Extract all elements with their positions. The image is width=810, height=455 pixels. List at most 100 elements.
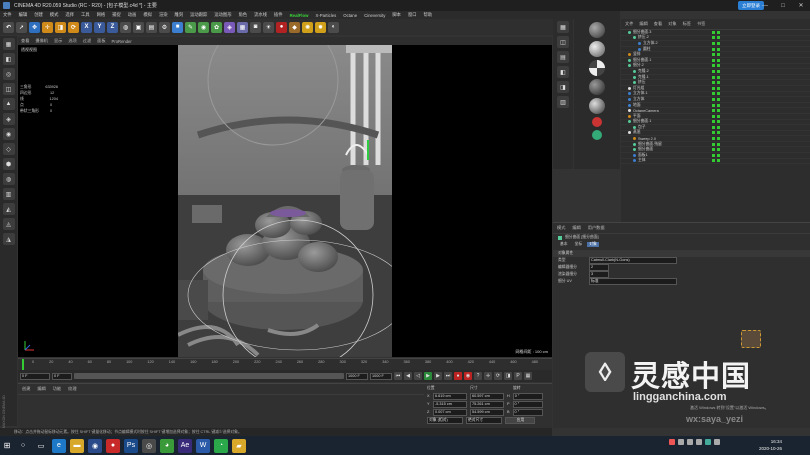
left-tool-8-icon[interactable]: ◇ [2, 143, 15, 155]
explorer-icon[interactable]: ▬ [70, 438, 84, 453]
menu-item[interactable]: RealFlow [290, 13, 309, 18]
layout-tool-6-icon[interactable]: ▥ [557, 96, 569, 108]
attr-tab[interactable]: 基本 [558, 242, 570, 247]
menu-item[interactable]: 模式 [50, 12, 59, 18]
edge-icon[interactable]: e [52, 438, 66, 453]
viewport-menu-item[interactable]: 面板 [97, 38, 105, 44]
deformer-icon[interactable]: ◈ [224, 21, 235, 33]
object-visibility-icon[interactable] [712, 58, 720, 62]
point-key-icon[interactable]: ▦ [524, 372, 532, 380]
object-visibility-icon[interactable] [712, 47, 720, 51]
max-frame-field[interactable]: 1000 F [370, 372, 392, 380]
folder-icon[interactable]: ▰ [232, 438, 246, 453]
close-icon[interactable]: ✕ [792, 0, 810, 11]
menu-item[interactable]: 运动跟踪 [190, 12, 207, 18]
attribute-menu-item[interactable]: 用户数据 [588, 225, 605, 231]
viewport-menu-item[interactable]: 过滤 [83, 38, 91, 44]
material-menu-item[interactable]: 纹理 [68, 386, 76, 392]
object-visibility-icon[interactable] [712, 81, 720, 85]
pen-icon[interactable]: ✎ [185, 21, 196, 33]
goto-start-icon[interactable]: ⏮ [394, 372, 402, 380]
coord-rotation-field[interactable]: 0 ° [512, 392, 543, 400]
attr-select[interactable]: Catmull-Clark(N-Gons) [589, 257, 677, 264]
object-visibility-icon[interactable] [712, 125, 720, 129]
task-view-icon[interactable]: ▭ [34, 438, 48, 453]
object-visibility-icon[interactable] [712, 64, 720, 68]
left-tool-6-icon[interactable]: ◈ [2, 113, 15, 125]
render-settings-icon[interactable]: ⚙ [159, 21, 170, 33]
object-visibility-icon[interactable] [712, 86, 720, 90]
object-visibility-icon[interactable] [712, 153, 720, 157]
viewport-menu-item[interactable]: 显示 [54, 38, 62, 44]
app-icon[interactable]: ◎ [142, 438, 156, 453]
timeline-ruler[interactable]: 0 20 40 60 80 100 120 140 160 180 200 220 240 260 280 3… [18, 358, 552, 370]
menu-item[interactable]: 流水线 [254, 12, 267, 18]
coord-size-field[interactable]: 54.599 cm [470, 408, 504, 416]
tray-volume-icon[interactable] [687, 439, 693, 445]
minimize-icon[interactable]: — [756, 0, 774, 11]
object-menu-item[interactable]: 编辑 [639, 21, 647, 27]
tray-wechat-icon[interactable] [705, 439, 711, 445]
left-tool-9-icon[interactable]: ⬢ [2, 158, 15, 170]
rotate-icon[interactable]: ⟳ [68, 21, 79, 33]
coord-size-field[interactable]: 75.261 cm [470, 400, 504, 408]
menu-item[interactable]: 插件 [274, 12, 283, 18]
coord-mode-select[interactable]: 对象 (相对) [427, 416, 463, 424]
menu-item[interactable]: 帮助 [424, 12, 433, 18]
octane-sun-icon[interactable]: ✺ [302, 21, 313, 33]
layout-tool-1-icon[interactable]: ▦ [557, 21, 569, 33]
left-tool-4-icon[interactable]: ◫ [2, 83, 15, 95]
left-tool-13-icon[interactable]: ◬ [2, 218, 15, 230]
viewport-menu-item[interactable]: 选项 [68, 38, 76, 44]
record-key-icon[interactable]: ● [454, 372, 462, 380]
coord-rotation-field[interactable]: 0 ° [512, 408, 543, 416]
left-tool-5-icon[interactable]: ▲ [2, 98, 15, 110]
object-menu-item[interactable]: 查看 [654, 21, 662, 27]
next-frame-icon[interactable]: ▶ [434, 372, 442, 380]
search-icon[interactable]: ○ [16, 438, 30, 453]
attr-tab[interactable]: 坐标 [573, 242, 585, 247]
apply-button[interactable]: 应用 [505, 416, 535, 424]
coord-rotation-field[interactable]: 0 ° [512, 400, 543, 408]
x-axis-icon[interactable]: X [81, 21, 92, 33]
object-visibility-icon[interactable] [712, 36, 720, 40]
octane-tex-icon[interactable]: ◆ [289, 21, 300, 33]
scale-icon[interactable]: ◨ [55, 21, 66, 33]
left-tool-12-icon[interactable]: ◭ [2, 203, 15, 215]
material-ball-3[interactable] [589, 60, 605, 76]
attr-number-field[interactable]: 3 [589, 271, 609, 278]
left-tool-2-icon[interactable]: ◧ [2, 53, 15, 65]
left-tool-7-icon[interactable]: ◉ [2, 128, 15, 140]
param-key-icon[interactable]: P [514, 372, 522, 380]
move-icon[interactable]: ✛ [42, 21, 53, 33]
layout-tool-3-icon[interactable]: ▤ [557, 51, 569, 63]
coord-position-field[interactable]: -5.315 cm [433, 400, 467, 408]
aftereffects-icon[interactable]: Ae [178, 438, 192, 453]
object-row[interactable]: 主体 [621, 158, 810, 165]
menu-item[interactable]: 工具 [81, 12, 90, 18]
viewport-menu-item[interactable]: ProRender [112, 39, 132, 44]
object-visibility-icon[interactable] [712, 142, 720, 146]
layout-tool-5-icon[interactable]: ◨ [557, 81, 569, 93]
object-visibility-icon[interactable] [712, 69, 720, 73]
material-tag-red[interactable] [592, 117, 602, 127]
coord-position-field[interactable]: 6.619 cm [433, 392, 467, 400]
attr-tab[interactable]: 对象 [587, 242, 599, 247]
material-ball-5[interactable] [589, 98, 605, 114]
tray-app-icon[interactable] [669, 439, 675, 445]
menu-item[interactable]: 脚本 [392, 12, 401, 18]
cube-icon[interactable]: ■ [172, 21, 183, 33]
object-menu-item[interactable]: 文件 [625, 21, 633, 27]
material-menu-item[interactable]: 编辑 [37, 386, 45, 392]
windows-start-icon[interactable]: ⊞ [0, 436, 14, 455]
menu-item[interactable]: 雕刻 [175, 12, 184, 18]
object-visibility-icon[interactable] [712, 30, 720, 34]
menu-item[interactable]: 网格 [97, 12, 106, 18]
menu-item[interactable]: 创建 [34, 12, 43, 18]
left-tool-11-icon[interactable]: ▥ [2, 188, 15, 200]
photoshop-icon[interactable]: Ps [124, 438, 138, 453]
attr-select[interactable]: 标准 [589, 278, 677, 285]
attribute-menu-item[interactable]: 编辑 [572, 225, 580, 231]
object-visibility-icon[interactable] [712, 131, 720, 135]
octane-light-icon[interactable]: ✹ [315, 21, 326, 33]
